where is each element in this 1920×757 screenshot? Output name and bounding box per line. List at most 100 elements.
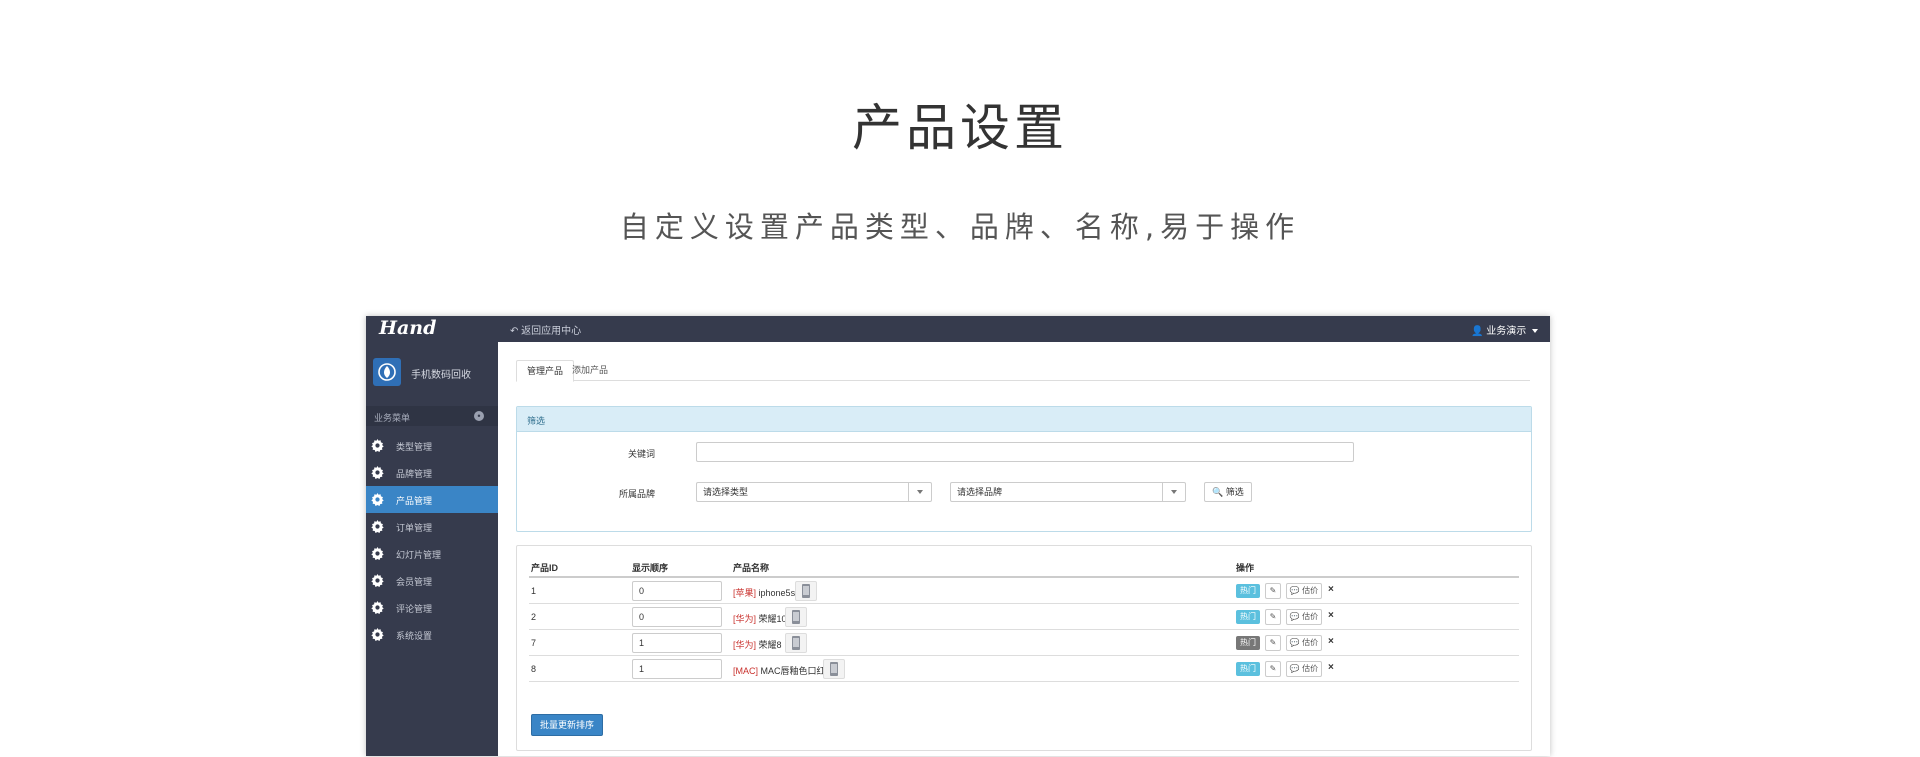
edit-button[interactable]: ✎ — [1265, 635, 1281, 651]
delete-icon[interactable]: × — [1328, 636, 1334, 647]
estimate-button[interactable]: 💬 估价 — [1286, 635, 1322, 651]
display-order-input[interactable]: 0 — [632, 607, 722, 627]
delete-icon[interactable]: × — [1328, 610, 1334, 621]
estimate-label: 估价 — [1302, 612, 1319, 621]
sidebar-item-label: 会员管理 — [396, 577, 433, 587]
hot-toggle-badge[interactable]: 热门 — [1236, 610, 1260, 624]
menu-collapse-icon[interactable]: • — [474, 411, 484, 421]
search-icon: 🔍 — [1212, 487, 1224, 497]
sidebar-item-label: 产品管理 — [396, 496, 433, 506]
app-name: 手机数码回收 — [411, 370, 471, 381]
product-title: iphone5s — [758, 588, 796, 598]
chevron-down-icon — [917, 490, 923, 494]
user-icon: 👤 — [1470, 326, 1484, 337]
sidebar-item-types[interactable]: 类型管理 — [366, 432, 498, 459]
edit-icon: ✎ — [1269, 586, 1277, 595]
delete-icon[interactable]: × — [1328, 584, 1334, 595]
product-id: 7 — [531, 638, 537, 648]
product-brand: [华为] — [733, 614, 757, 624]
tab-bar: 管理产品 添加产品 — [516, 360, 1530, 382]
estimate-label: 估价 — [1302, 586, 1319, 595]
edit-icon: ✎ — [1269, 664, 1277, 673]
estimate-label: 估价 — [1302, 664, 1319, 673]
hero-subtitle: 自定义设置产品类型、品牌、名称,易于操作 — [619, 210, 1301, 244]
main-content: 管理产品 添加产品 筛选 关键词 所属品牌 请选择类型 请选择品牌 🔍 筛选 产… — [498, 342, 1550, 756]
brand-select-value: 请选择品牌 — [957, 487, 1003, 497]
sidebar-item-label: 品牌管理 — [396, 469, 433, 479]
sidebar-item-label: 幻灯片管理 — [396, 550, 442, 560]
app-logo[interactable]: Hand — [379, 317, 436, 339]
user-name: 业务演示 — [1486, 326, 1527, 337]
column-header-name: 产品名称 — [733, 563, 770, 573]
user-menu[interactable]: 👤 业务演示 — [1471, 322, 1538, 337]
back-to-app-center-link[interactable]: ↶ 返回应用中心 — [510, 322, 581, 337]
table-row: 7 1 [华为] 荣耀8 热门 ✎ 💬 估价 × — [517, 630, 1531, 656]
gear-icon — [371, 493, 384, 506]
display-order-input[interactable]: 1 — [632, 659, 722, 679]
estimate-button[interactable]: 💬 估价 — [1286, 661, 1322, 677]
comment-icon: 💬 — [1289, 586, 1300, 595]
display-order-input[interactable]: 0 — [632, 581, 722, 601]
sidebar-item-label: 类型管理 — [396, 442, 433, 452]
column-header-id: 产品ID — [531, 563, 559, 573]
table-row: 1 0 [苹果] iphone5s 热门 ✎ 💬 估价 × — [517, 578, 1531, 604]
sidebar-item-members[interactable]: 会员管理 — [366, 567, 498, 594]
batch-update-order-button[interactable]: 批量更新排序 — [531, 714, 604, 736]
filter-panel-header: 筛选 — [517, 407, 1531, 432]
sidebar-item-settings[interactable]: 系统设置 — [366, 621, 498, 648]
product-brand: [华为] — [733, 640, 757, 650]
gear-icon — [371, 574, 384, 587]
product-id: 1 — [531, 586, 537, 596]
hero-title: 产品设置 — [852, 99, 1068, 157]
row-divider — [529, 681, 1519, 682]
keyword-input[interactable] — [696, 442, 1354, 462]
filter-button[interactable]: 🔍 筛选 — [1204, 482, 1252, 502]
app-icon — [373, 358, 401, 386]
product-title: MAC唇釉色口红 — [760, 666, 826, 676]
edit-icon: ✎ — [1269, 638, 1277, 647]
brand-select-arrow — [1162, 483, 1185, 501]
sidebar-item-orders[interactable]: 订单管理 — [366, 513, 498, 540]
delete-icon[interactable]: × — [1328, 662, 1334, 673]
edit-button[interactable]: ✎ — [1265, 583, 1281, 599]
sidebar-item-label: 评论管理 — [396, 604, 433, 614]
product-id: 2 — [531, 612, 537, 622]
product-name: [苹果] iphone5s — [733, 586, 795, 599]
product-brand: [苹果] — [733, 588, 757, 598]
product-title: 荣耀10 — [758, 614, 787, 624]
product-name: [MAC] MAC唇釉色口红 — [733, 664, 826, 677]
top-bar: Hand ↶ 返回应用中心 👤 业务演示 — [366, 316, 1550, 342]
product-name: [华为] 荣耀8 — [733, 638, 782, 651]
type-select[interactable]: 请选择类型 — [696, 482, 932, 502]
app-screenshot: Hand ↶ 返回应用中心 👤 业务演示 手机数码回收 业务菜单 • 类型管理品… — [366, 316, 1550, 756]
sidebar-item-products[interactable]: 产品管理 — [366, 486, 498, 513]
sidebar-item-comments[interactable]: 评论管理 — [366, 594, 498, 621]
edit-button[interactable]: ✎ — [1265, 609, 1281, 625]
product-thumbnail — [795, 581, 817, 601]
keyword-label: 关键词 — [627, 449, 655, 459]
table-row: 8 1 [MAC] MAC唇釉色口红 热门 ✎ 💬 估价 × — [517, 656, 1531, 682]
product-table-panel: 产品ID 显示顺序 产品名称 操作 1 0 [苹果] iphone5s 热门 ✎ 💬 估价… — [516, 545, 1532, 751]
sidebar-item-brands[interactable]: 品牌管理 — [366, 459, 498, 486]
brand-select[interactable]: 请选择品牌 — [950, 482, 1186, 502]
edit-button[interactable]: ✎ — [1265, 661, 1281, 677]
tab-add-product[interactable]: 添加产品 — [562, 360, 618, 380]
sidebar: 手机数码回收 业务菜单 • 类型管理品牌管理产品管理订单管理幻灯片管理会员管理评… — [366, 342, 498, 756]
product-thumbnail — [785, 607, 807, 627]
type-select-arrow — [908, 483, 931, 501]
caret-down-icon — [1532, 329, 1538, 334]
filter-button-label: 筛选 — [1225, 487, 1244, 497]
estimate-button[interactable]: 💬 估价 — [1286, 583, 1322, 599]
display-order-input[interactable]: 1 — [632, 633, 722, 653]
column-header-order: 显示顺序 — [632, 563, 669, 573]
hot-toggle-badge[interactable]: 热门 — [1236, 662, 1260, 676]
hot-toggle-badge[interactable]: 热门 — [1236, 584, 1260, 598]
column-header-actions: 操作 — [1236, 563, 1255, 573]
product-brand: [MAC] — [733, 666, 759, 676]
gear-icon — [371, 628, 384, 641]
estimate-button[interactable]: 💬 估价 — [1286, 609, 1322, 625]
hot-toggle-badge[interactable]: 热门 — [1236, 636, 1260, 650]
menu-header: 业务菜单 • — [366, 406, 498, 426]
sidebar-item-slides[interactable]: 幻灯片管理 — [366, 540, 498, 567]
table-row: 2 0 [华为] 荣耀10 热门 ✎ 💬 估价 × — [517, 604, 1531, 630]
